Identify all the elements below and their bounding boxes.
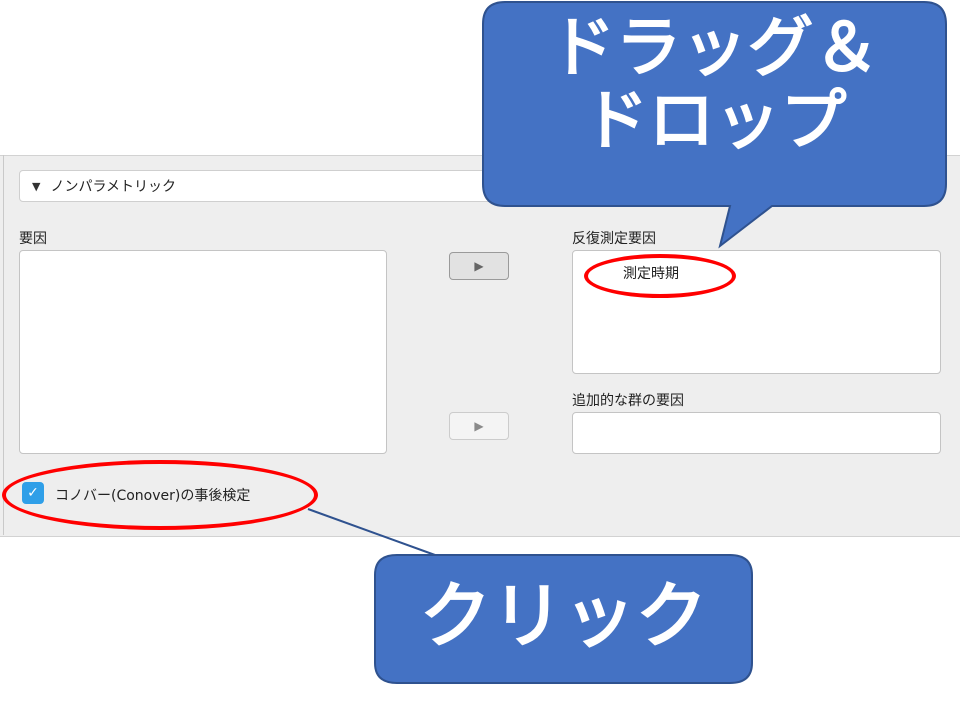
drag-drop-line1: ドラッグ＆: [549, 9, 880, 86]
drag-drop-callout-text: ドラッグ＆ ドロップ: [483, 9, 946, 159]
click-callout-text: クリック: [419, 574, 708, 658]
drag-drop-line2: ドロップ: [582, 81, 847, 159]
